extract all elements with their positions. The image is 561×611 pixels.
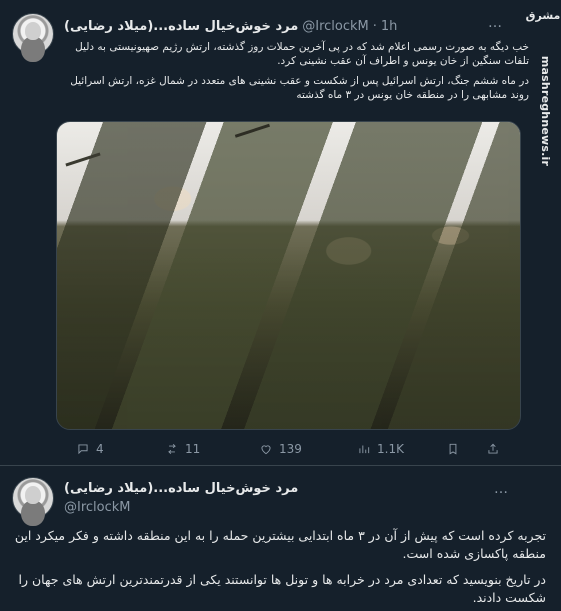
author-handle[interactable]: @IrclockM bbox=[64, 500, 244, 515]
tweet-time[interactable]: 1h bbox=[381, 19, 398, 34]
tweet-text: تجربه کرده است که پیش از آن در ۳ ماه ابت… bbox=[14, 527, 546, 607]
more-options-icon[interactable]: … bbox=[494, 481, 516, 499]
avatar[interactable] bbox=[12, 13, 54, 55]
share-button[interactable] bbox=[486, 441, 500, 457]
repost-button[interactable]: 11 bbox=[165, 441, 200, 457]
author-handle[interactable]: @IrclockM bbox=[302, 19, 369, 34]
views-count: 1.1K bbox=[377, 442, 404, 456]
tweet-paragraph: در تاریخ بنویسید که تعدادی مرد در خرابه … bbox=[18, 572, 546, 605]
repost-count: 11 bbox=[185, 442, 201, 456]
repost-icon bbox=[165, 442, 179, 456]
more-options-icon[interactable]: … bbox=[488, 15, 506, 33]
tweet-actions: 4 11 139 1.1K bbox=[76, 441, 498, 457]
share-icon bbox=[486, 442, 500, 456]
tweet-card-2[interactable]: مرد خوش‌خیال ساده...(میلاد رضایی) @Irclo… bbox=[0, 466, 561, 611]
watermark: مشرق mashreghnews.ir bbox=[525, 9, 561, 180]
heart-icon bbox=[259, 442, 273, 456]
bookmark-icon bbox=[446, 442, 460, 456]
views-button[interactable]: 1.1K bbox=[357, 441, 404, 457]
tweet-text: خب دیگه به صورت رسمی اعلام شد که در پی آ… bbox=[64, 40, 529, 102]
like-button[interactable]: 139 bbox=[259, 441, 302, 457]
author-name[interactable]: مرد خوش‌خیال ساده...(میلاد رضایی) bbox=[64, 19, 298, 34]
tweet-paragraph: تجربه کرده است که پیش از آن در ۳ ماه ابت… bbox=[14, 528, 546, 561]
bookmark-button[interactable] bbox=[446, 441, 460, 457]
comment-icon bbox=[76, 442, 90, 456]
reply-button[interactable]: 4 bbox=[76, 441, 104, 457]
tweet-paragraph: در ماه ششم جنگ، ارتش اسرائیل پس از شکست … bbox=[70, 75, 529, 101]
tweet-card-1[interactable]: مرد خوش‌خیال ساده...(میلاد رضایی) @Irclo… bbox=[0, 0, 561, 465]
tweet-header: مرد خوش‌خیال ساده...(میلاد رضایی) @Irclo… bbox=[64, 17, 397, 35]
tweet-photo[interactable] bbox=[56, 121, 521, 430]
avatar[interactable] bbox=[12, 477, 54, 519]
watermark-site: mashreghnews.ir bbox=[539, 55, 552, 167]
watermark-brand: مشرق bbox=[525, 9, 561, 22]
author-name[interactable]: مرد خوش‌خیال ساده...(میلاد رضایی) bbox=[64, 481, 298, 496]
like-count: 139 bbox=[279, 442, 302, 456]
reply-count: 4 bbox=[96, 442, 104, 456]
separator-dot: · bbox=[372, 18, 377, 34]
tweet-paragraph: خب دیگه به صورت رسمی اعلام شد که در پی آ… bbox=[75, 41, 529, 67]
views-icon bbox=[357, 442, 371, 456]
